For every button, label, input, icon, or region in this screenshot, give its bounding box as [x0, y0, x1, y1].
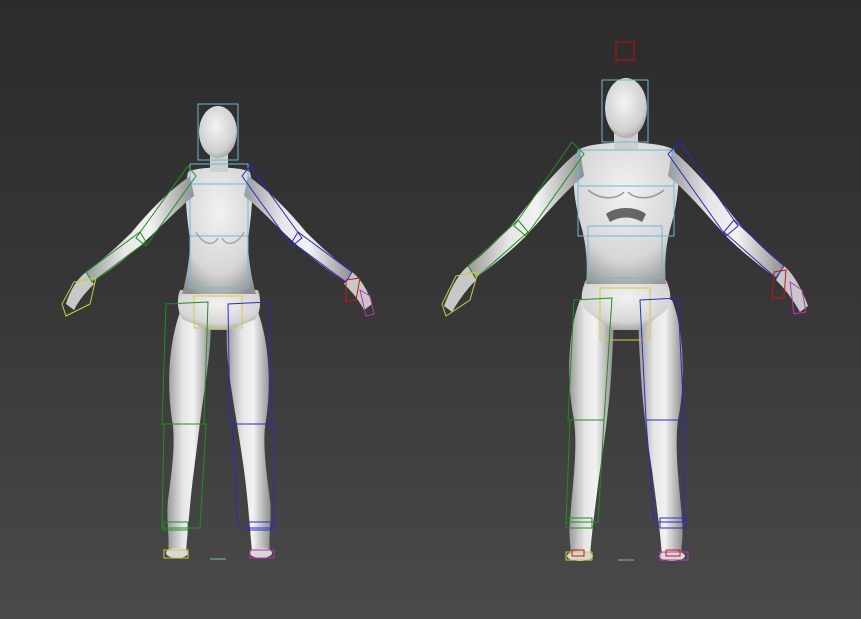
- female-torso[interactable]: [182, 167, 256, 295]
- viewport-canvas[interactable]: [0, 0, 861, 619]
- female-left-arm[interactable]: [86, 176, 194, 282]
- female-left-leg[interactable]: [167, 312, 211, 552]
- male-left-arm[interactable]: [468, 150, 584, 278]
- female-right-leg[interactable]: [226, 312, 271, 552]
- female-mannequin[interactable]: [61, 103, 375, 560]
- female-right-arm[interactable]: [244, 176, 352, 282]
- male-root-bone-box[interactable]: [615, 41, 635, 61]
- male-mannequin[interactable]: [441, 41, 808, 561]
- female-head[interactable]: [199, 106, 237, 158]
- male-right-arm[interactable]: [668, 150, 784, 278]
- 3d-viewport[interactable]: [0, 0, 861, 619]
- male-head[interactable]: [605, 78, 647, 138]
- male-right-hand[interactable]: [776, 266, 808, 312]
